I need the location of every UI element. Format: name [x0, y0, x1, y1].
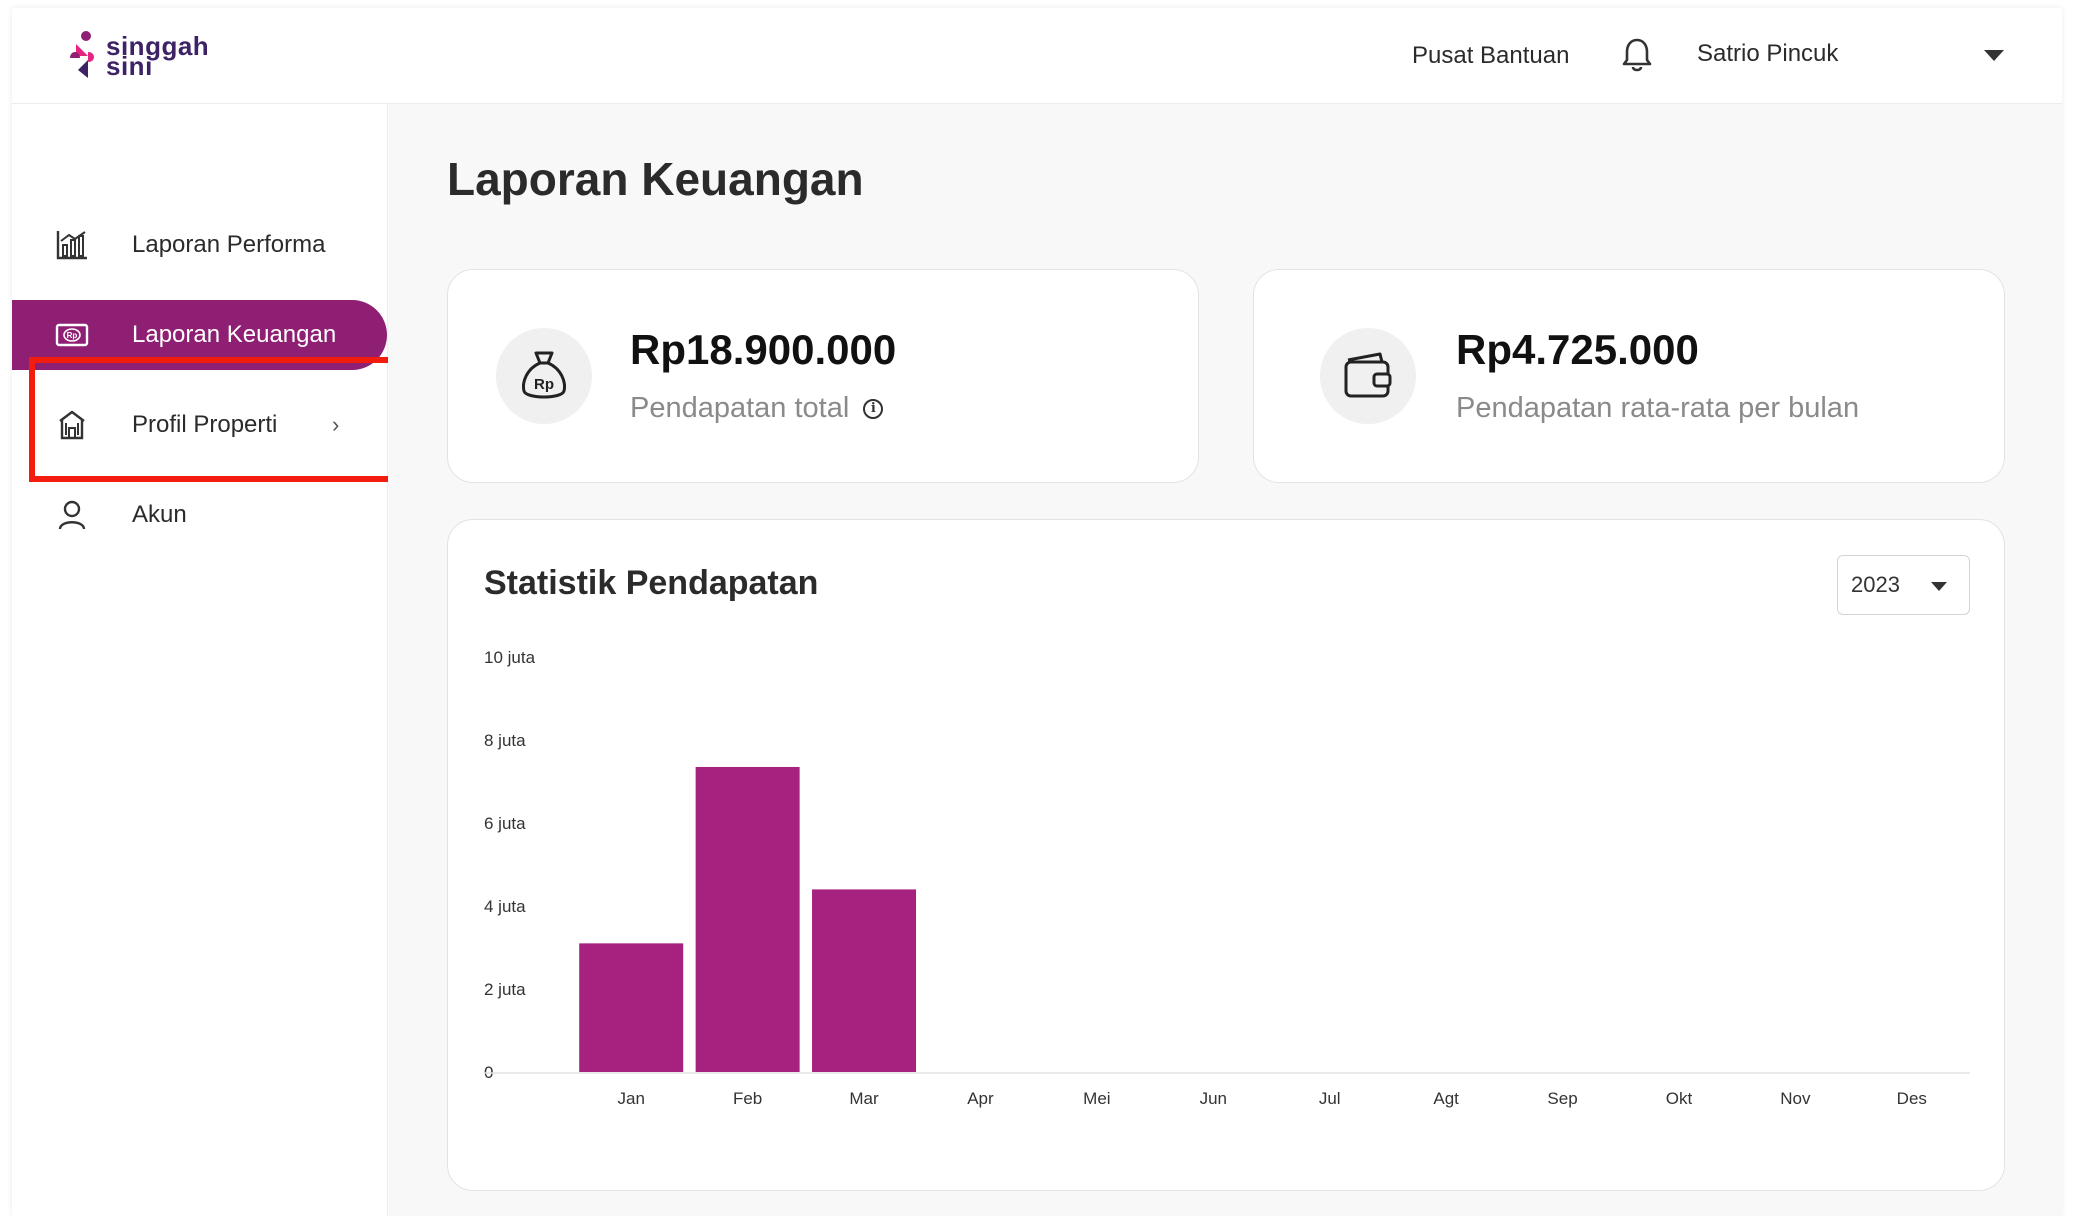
- sidebar-item-label: Akun: [132, 501, 187, 528]
- revenue-statistics-card: Statistik Pendapatan 2023 02 juta4 juta6…: [447, 519, 2005, 1191]
- average-revenue-label: Pendapatan rata-rata per bulan: [1456, 392, 1860, 424]
- app-window: singgah sini Pusat Bantuan Satrio Pincuk: [12, 8, 2062, 1216]
- x-tick-label: Jan: [617, 1089, 644, 1108]
- logo-wordmark: singgah sini: [106, 31, 210, 81]
- top-header: singgah sini Pusat Bantuan Satrio Pincuk: [12, 8, 2062, 104]
- info-icon[interactable]: i: [863, 398, 884, 419]
- user-icon: [54, 497, 90, 533]
- x-tick-label: Okt: [1666, 1089, 1693, 1108]
- bar-jan[interactable]: [579, 943, 684, 1072]
- x-tick-label: Nov: [1780, 1089, 1811, 1108]
- x-tick-label: Mei: [1083, 1089, 1110, 1108]
- y-tick-label: 6 juta: [484, 814, 526, 833]
- y-tick-label: 8 juta: [484, 731, 526, 750]
- total-revenue-card: Rp Rp18.900.000 Pendapatan total i: [447, 269, 1199, 483]
- bar-mar[interactable]: [812, 889, 917, 1072]
- page-title: Laporan Keuangan: [447, 153, 864, 205]
- y-tick-label: 4 juta: [484, 897, 526, 916]
- y-tick-label: 10 juta: [484, 648, 536, 667]
- total-revenue-label: Pendapatan total i: [630, 392, 884, 425]
- sidebar-item-label: Laporan Performa: [132, 231, 326, 258]
- money-bag-icon: Rp: [496, 328, 592, 424]
- x-tick-label: Jul: [1319, 1089, 1341, 1108]
- x-tick-label: Jun: [1200, 1089, 1227, 1108]
- user-menu-chevron-down-icon[interactable]: [1984, 50, 2004, 61]
- sidebar-item-laporan-performa[interactable]: Laporan Performa: [12, 210, 387, 280]
- logo-mark-icon: [66, 30, 100, 82]
- x-tick-label: Apr: [967, 1089, 994, 1108]
- y-tick-label: 2 juta: [484, 980, 526, 999]
- main-content: Laporan Keuangan Rp Rp18.900.000 Pendapa…: [388, 104, 2062, 1216]
- money-icon: Rp: [54, 317, 90, 353]
- total-revenue-value: Rp18.900.000: [630, 326, 897, 373]
- svg-text:Rp: Rp: [67, 331, 78, 340]
- sidebar-item-label: Laporan Keuangan: [132, 321, 337, 348]
- average-revenue-card: Rp4.725.000 Pendapatan rata-rata per bul…: [1253, 269, 2005, 483]
- x-tick-label: Des: [1897, 1089, 1927, 1108]
- revenue-bar-chart: 02 juta4 juta6 juta8 juta10 jutaJanFebMa…: [484, 648, 1970, 1108]
- chart-icon: [54, 227, 90, 263]
- x-tick-label: Agt: [1433, 1089, 1459, 1108]
- wallet-icon: [1320, 328, 1416, 424]
- help-center-link[interactable]: Pusat Bantuan: [1412, 42, 1569, 70]
- svg-text:Rp: Rp: [534, 376, 554, 393]
- highlight-annotation-box: [29, 357, 418, 482]
- brand-logo[interactable]: singgah sini: [66, 30, 209, 82]
- x-tick-label: Sep: [1547, 1089, 1577, 1108]
- x-tick-label: Feb: [733, 1089, 762, 1108]
- x-tick-label: Mar: [849, 1089, 879, 1108]
- sidebar: Laporan Performa Rp Laporan Keuangan Pro…: [12, 104, 418, 1216]
- sidebar-item-akun[interactable]: Akun: [12, 480, 387, 550]
- average-revenue-value: Rp4.725.000: [1456, 326, 1699, 373]
- bar-feb[interactable]: [695, 766, 800, 1072]
- total-revenue-label-text: Pendapatan total: [630, 392, 850, 424]
- notification-bell-icon[interactable]: [1619, 36, 1655, 74]
- user-menu-name[interactable]: Satrio Pincuk: [1697, 40, 1838, 68]
